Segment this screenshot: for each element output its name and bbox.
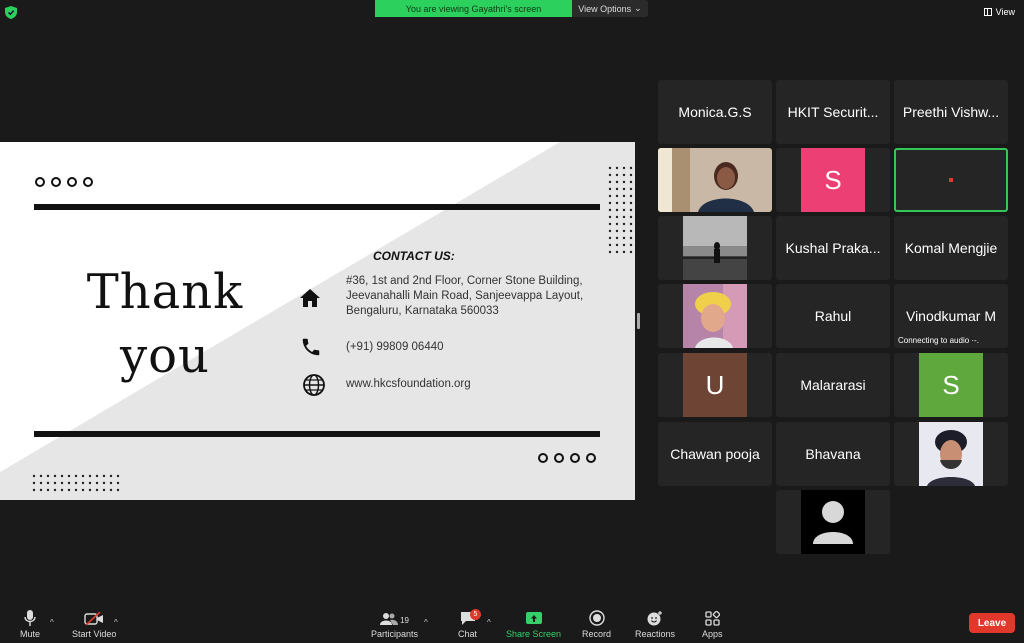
slide-divider-bottom <box>34 431 600 437</box>
avatar-initial: U <box>683 353 747 417</box>
reactions-smiley-icon <box>647 611 663 626</box>
zoom-meeting-window: You are viewing Gayathri's screen View O… <box>0 0 1024 643</box>
website-text: www.hkcsfoundation.org <box>346 378 471 390</box>
participant-name: Chawan pooja <box>670 446 760 462</box>
participant-tile[interactable]: U <box>658 353 772 417</box>
participant-tile[interactable] <box>658 216 772 280</box>
participant-tile[interactable]: Kushal Praka... <box>776 216 890 280</box>
record-icon <box>588 610 605 626</box>
share-screen-icon <box>525 612 542 624</box>
participant-tile[interactable]: Preethi Vishw... <box>894 80 1008 144</box>
apps-label: Apps <box>702 629 723 639</box>
security-shield-icon[interactable] <box>5 6 17 19</box>
participants-count: 19 <box>400 616 409 625</box>
view-label: View <box>995 7 1015 17</box>
globe-icon <box>303 374 325 396</box>
user-icon <box>813 501 853 544</box>
home-icon <box>300 289 320 307</box>
meeting-toolbar: Mute ^ Start Video ^ 19 Participants ^ C… <box>0 604 1024 643</box>
participant-tile-active-speaker[interactable] <box>894 148 1008 212</box>
video-off-icon <box>84 612 104 626</box>
address-text: #36, 1st and 2nd Floor, Corner Stone Bui… <box>346 275 584 317</box>
slide-divider-top <box>34 204 600 210</box>
participant-name: Kushal Praka... <box>785 240 881 256</box>
avatar-initial: S <box>801 148 865 212</box>
apps-button[interactable]: Apps <box>702 611 723 639</box>
participant-name: Komal Mengjie <box>904 240 998 256</box>
participant-name: Monica.G.S <box>678 104 752 120</box>
participants-button[interactable]: 19 Participants <box>371 612 418 639</box>
decorative-circles-bottom <box>538 453 596 463</box>
participant-tile[interactable]: HKIT Securit... <box>776 80 890 144</box>
start-video-button[interactable]: Start Video <box>72 612 116 639</box>
participant-tile[interactable] <box>894 422 1008 486</box>
contact-heading: CONTACT US: <box>373 249 455 263</box>
participant-tile[interactable]: Bhavana <box>776 422 890 486</box>
share-screen-label: Share Screen <box>506 629 562 639</box>
phone-number: (+91) 99809 06440 <box>346 341 444 353</box>
view-options-button[interactable]: View Options ⌄ <box>572 0 648 17</box>
chat-label: Chat <box>458 629 478 639</box>
share-screen-button[interactable]: Share Screen <box>506 612 561 639</box>
participant-name: Malararasi <box>800 377 866 393</box>
start-video-label: Start Video <box>72 629 117 639</box>
screen-share-banner: You are viewing Gayathri's screen <box>375 0 572 17</box>
phone-icon <box>302 338 320 356</box>
avatar-initial: S <box>919 353 983 417</box>
participant-photo-silhouette <box>683 216 747 280</box>
apps-icon <box>705 611 720 626</box>
chevron-up-icon[interactable]: ^ <box>50 618 54 627</box>
participant-name: Rahul <box>814 308 852 324</box>
chevron-up-icon[interactable]: ^ <box>424 618 428 627</box>
participant-tile[interactable]: Rahul <box>776 284 890 348</box>
decorative-circles-top <box>35 177 93 187</box>
thank-text: Thank <box>86 264 244 320</box>
chevron-up-icon[interactable]: ^ <box>487 618 491 627</box>
participant-tile[interactable]: S <box>894 353 1008 417</box>
participant-name: Vinodkumar M <box>905 308 996 324</box>
participant-video-woman <box>658 148 772 212</box>
participant-tile[interactable]: Vinodkumar M Connecting to audio ·-. <box>894 284 1008 348</box>
participants-label: Participants <box>371 629 419 639</box>
chevron-up-icon[interactable]: ^ <box>114 618 118 627</box>
participant-tile[interactable]: Malararasi <box>776 353 890 417</box>
mute-button[interactable]: Mute <box>20 610 40 639</box>
chevron-down-icon: ⌄ <box>634 3 642 13</box>
participant-name: Preethi Vishw... <box>902 104 1000 120</box>
dot-grid-bottom-left <box>32 474 120 492</box>
participant-tile[interactable] <box>776 490 890 554</box>
participant-tile[interactable]: Monica.G.S <box>658 80 772 144</box>
thank-you-heading: Thank you <box>60 260 270 388</box>
participants-icon <box>380 613 399 625</box>
reactions-button[interactable]: Reactions <box>635 610 675 639</box>
participant-name: Bhavana <box>805 446 861 462</box>
participant-name: HKIT Securit... <box>787 104 879 120</box>
view-options-label: View Options <box>578 3 632 14</box>
dot-grid-top-right <box>608 166 633 254</box>
reactions-label: Reactions <box>635 629 676 639</box>
chat-unread-badge: 5 <box>470 609 481 620</box>
default-user-avatar <box>801 490 865 554</box>
connecting-audio-status: Connecting to audio ·-. <box>898 336 979 345</box>
record-button[interactable]: Record <box>582 610 611 639</box>
leave-button[interactable]: Leave <box>969 613 1015 633</box>
grid-view-icon <box>983 8 992 16</box>
mute-label: Mute <box>20 629 41 639</box>
record-label: Record <box>582 629 612 639</box>
participant-tile[interactable]: Komal Mengjie <box>894 216 1008 280</box>
shared-screen-slide: Thank you CONTACT US: #36, 1st and 2nd F… <box>0 142 635 500</box>
participant-tile[interactable]: Chawan pooja <box>658 422 772 486</box>
participant-tile[interactable]: S <box>776 148 890 212</box>
you-text: you <box>120 328 210 384</box>
microphone-icon <box>24 610 36 626</box>
participant-photo-man <box>919 422 983 486</box>
audio-indicator-dot <box>949 178 953 182</box>
view-button[interactable]: View <box>983 7 1015 17</box>
participant-tile[interactable] <box>658 284 772 348</box>
participant-photo-pink <box>683 284 747 348</box>
participant-tile[interactable] <box>658 148 772 212</box>
panel-resize-handle[interactable] <box>637 313 640 329</box>
